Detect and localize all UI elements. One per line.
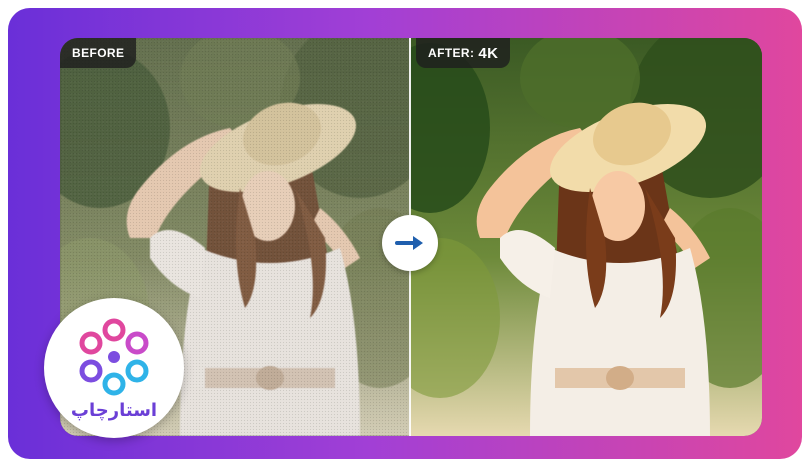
flower-logo-icon xyxy=(79,318,149,395)
compare-arrow-button[interactable] xyxy=(382,215,438,271)
after-label-4k: 4K xyxy=(478,44,499,62)
after-label: AFTER: 4K xyxy=(416,38,511,68)
arrow-right-icon xyxy=(395,236,423,250)
after-pane xyxy=(410,38,762,436)
after-label-text: AFTER: xyxy=(428,46,475,60)
before-label: BEFORE xyxy=(60,38,137,68)
brand-logo-badge[interactable]: استارچاپ xyxy=(44,298,184,438)
after-photo xyxy=(410,38,762,436)
gradient-frame: BEFORE AFTER: 4K استارچاپ xyxy=(8,8,802,459)
before-label-text: BEFORE xyxy=(72,46,125,60)
brand-name: استارچاپ xyxy=(70,399,158,421)
